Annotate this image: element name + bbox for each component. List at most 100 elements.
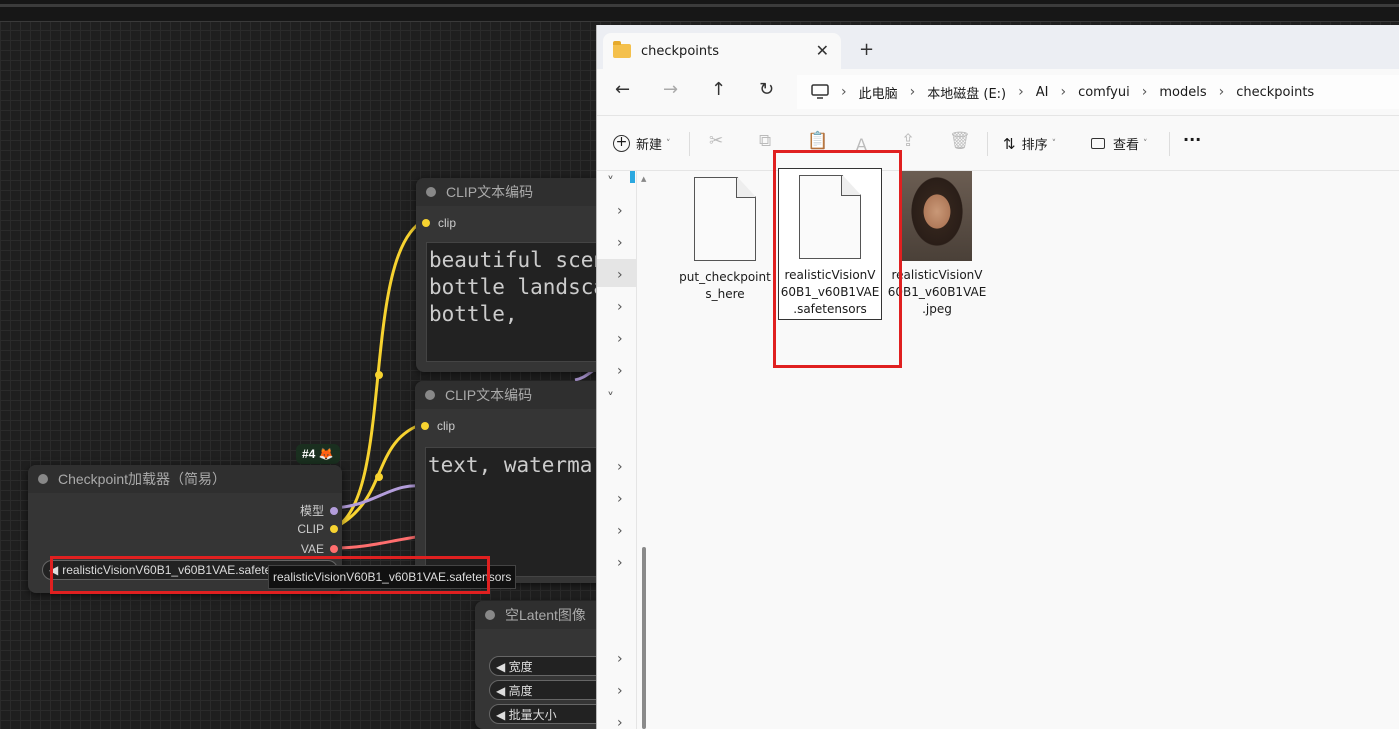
folder-icon	[613, 41, 631, 58]
file-explorer-window[interactable]: checkpoints ✕ + ← → ↑ ↻ › 此电脑 › 本地磁盘 (E:…	[596, 25, 1399, 729]
node-header[interactable]: 空Latent图像	[475, 601, 615, 629]
file-item[interactable]: put_checkpoint s_here	[673, 171, 777, 303]
tab-title: checkpoints	[641, 43, 719, 59]
collapse-dot-icon[interactable]	[485, 610, 495, 620]
clip-pin-icon[interactable]	[330, 525, 338, 533]
clip-input-slot[interactable]: clip	[421, 419, 455, 433]
chevron-right-icon: ›	[841, 84, 847, 100]
slot-label: VAE	[300, 542, 324, 556]
slot-label: clip	[438, 216, 457, 230]
breadcrumb-drive[interactable]: 本地磁盘 (E:)	[927, 83, 1006, 102]
clip-pin-icon[interactable]	[422, 219, 430, 227]
slot-label: 模型	[299, 504, 324, 518]
chevron-right-icon[interactable]: ›	[617, 715, 623, 729]
view-button[interactable]: 查看 ˅	[1091, 134, 1148, 153]
paste-icon[interactable]: 📋	[807, 131, 828, 151]
node-header[interactable]: CLIP文本编码	[416, 178, 616, 206]
chevron-right-icon[interactable]: ›	[617, 363, 623, 379]
tab-checkpoints[interactable]: checkpoints ✕	[603, 33, 841, 69]
vae-pin-icon[interactable]	[330, 545, 338, 553]
chevron-down-icon: ˅	[1051, 138, 1057, 149]
wire-reroute-dot	[375, 371, 383, 379]
chevron-down-icon[interactable]: ˅	[607, 391, 614, 407]
slot-label: clip	[437, 419, 456, 433]
breadcrumb-comfyui[interactable]: comfyui	[1078, 85, 1130, 100]
node-title: 空Latent图像	[505, 607, 586, 623]
computer-icon	[811, 84, 829, 99]
navigation-pane[interactable]: ˅ › › › › › › ˅ › › › › › › ›	[597, 171, 637, 729]
chevron-right-icon[interactable]: ›	[617, 651, 623, 667]
toolbar-divider	[689, 132, 690, 156]
clip-output-slot[interactable]: CLIP	[297, 522, 338, 536]
node-header[interactable]: CLIP文本编码	[415, 381, 615, 409]
highlight-box-ckpt	[50, 556, 490, 594]
chevron-right-icon: ›	[1141, 84, 1148, 100]
new-tab-button[interactable]: +	[859, 39, 874, 60]
vae-output-slot[interactable]: VAE	[301, 542, 338, 556]
new-button[interactable]: + 新建 ˅	[613, 134, 671, 153]
chevron-right-icon[interactable]: ›	[617, 203, 623, 219]
chevron-right-icon[interactable]: ›	[617, 683, 623, 699]
collapse-dot-icon[interactable]	[426, 187, 436, 197]
empty-latent-node[interactable]: 空Latent图像 ◀ 宽度 ◀ 高度 ◀ 批量大小	[475, 601, 619, 729]
copy-icon[interactable]: ⧉	[759, 131, 771, 151]
chevron-down-icon[interactable]: ˅	[607, 175, 614, 191]
chevron-right-icon[interactable]: ›	[617, 267, 623, 283]
new-label: 新建	[636, 138, 663, 153]
chevron-right-icon[interactable]: ›	[617, 491, 623, 507]
command-bar: + 新建 ˅ ✂ ⧉ 📋 Ａ ⇪ 🗑 ⇅ 排序 ˅ 查看 ˅ ···	[597, 115, 1399, 171]
toolbar-divider	[1169, 132, 1170, 156]
chevron-down-icon: ˅	[666, 138, 671, 149]
node-header[interactable]: Checkpoint加载器（简易）	[28, 465, 342, 493]
scrollbar-thumb[interactable]	[642, 547, 646, 729]
scroll-up-icon[interactable]: ▲	[641, 175, 646, 183]
delete-icon[interactable]: 🗑	[949, 131, 971, 151]
clip-pin-icon[interactable]	[421, 422, 429, 430]
breadcrumb-checkpoints[interactable]: checkpoints	[1236, 85, 1314, 100]
clip-text-encode-node-positive[interactable]: CLIP文本编码 clip beautiful scen bottle land…	[416, 178, 616, 372]
chevron-right-icon: ›	[1018, 84, 1024, 100]
chevron-right-icon[interactable]: ›	[617, 523, 623, 539]
pane-item-icon	[630, 171, 635, 183]
chevron-right-icon[interactable]: ›	[617, 331, 623, 347]
back-button[interactable]: ←	[615, 79, 630, 100]
toolbar-divider	[987, 132, 988, 156]
chevron-right-icon: ›	[1060, 84, 1067, 100]
cut-icon[interactable]: ✂	[709, 131, 723, 151]
chevron-right-icon[interactable]: ›	[617, 235, 623, 251]
refresh-button[interactable]: ↻	[759, 79, 774, 100]
navigation-bar: ← → ↑ ↻ › 此电脑 › 本地磁盘 (E:) › AI › comfyui…	[597, 69, 1399, 115]
close-icon[interactable]: ✕	[816, 41, 829, 60]
chevron-right-icon: ›	[909, 84, 916, 100]
node-title: Checkpoint加载器（简易）	[58, 471, 227, 487]
more-options-button[interactable]: ···	[1183, 130, 1201, 149]
tab-bar: checkpoints ✕ +	[597, 25, 1399, 69]
node-title: CLIP文本编码	[446, 184, 534, 200]
sort-button[interactable]: ⇅ 排序 ˅	[1003, 134, 1057, 154]
share-icon[interactable]: ⇪	[901, 131, 915, 151]
node-title: CLIP文本编码	[445, 387, 533, 403]
up-button[interactable]: ↑	[711, 79, 726, 100]
sort-label: 排序	[1021, 138, 1048, 153]
collapse-dot-icon[interactable]	[425, 390, 435, 400]
chevron-right-icon[interactable]: ›	[617, 459, 623, 475]
collapse-dot-icon[interactable]	[38, 474, 48, 484]
nav-pane-scrollbar[interactable]: ▲	[641, 175, 649, 729]
view-icon	[1091, 138, 1105, 149]
clip-input-slot[interactable]: clip	[422, 216, 456, 230]
photo-thumbnail	[902, 171, 972, 261]
chevron-right-icon: ›	[1218, 84, 1225, 100]
breadcrumb-ai[interactable]: AI	[1036, 85, 1049, 100]
clip-text-encode-node-negative[interactable]: CLIP文本编码 clip text, watermar	[415, 381, 615, 583]
plus-circle-icon: +	[613, 135, 630, 152]
model-output-slot[interactable]: 模型	[300, 502, 338, 519]
chevron-right-icon[interactable]: ›	[617, 555, 623, 571]
prompt-textarea[interactable]: beautiful scen bottle landsca bottle,	[426, 242, 612, 362]
breadcrumb-models[interactable]: models	[1159, 85, 1206, 100]
forward-button[interactable]: →	[663, 79, 678, 100]
breadcrumb-this-pc[interactable]: 此电脑	[859, 83, 898, 102]
model-pin-icon[interactable]	[330, 506, 338, 515]
slot-label: CLIP	[297, 522, 324, 536]
address-bar[interactable]: › 此电脑 › 本地磁盘 (E:) › AI › comfyui › model…	[797, 75, 1399, 109]
chevron-right-icon[interactable]: ›	[617, 299, 623, 315]
